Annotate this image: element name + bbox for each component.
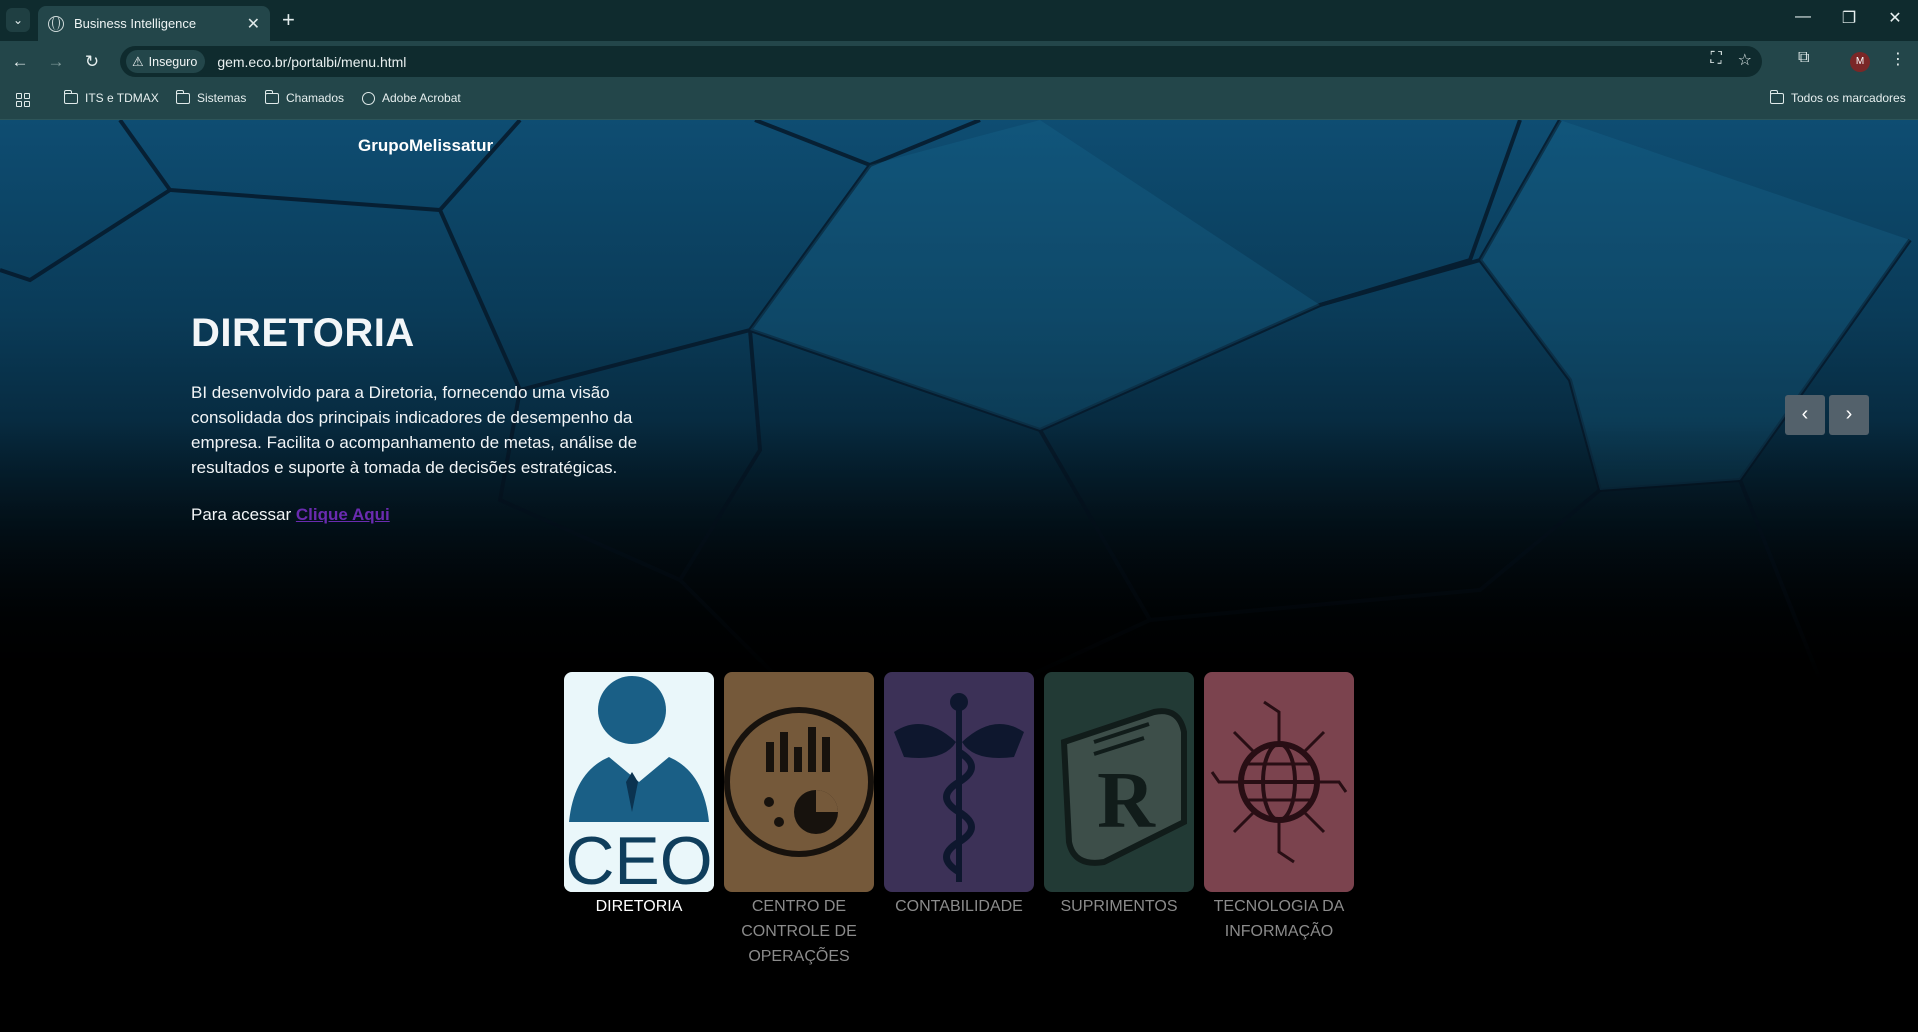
page-content: GrupoMelissatur DIRETORIA BI desenvolvid…	[0, 120, 1918, 1032]
address-bar[interactable]: ⚠ Inseguro gem.eco.br/portalbi/menu.html…	[120, 46, 1762, 77]
card-label: SUPRIMENTOS	[1060, 898, 1178, 915]
globe-icon	[48, 15, 64, 32]
folder-icon	[1769, 89, 1784, 104]
back-icon[interactable]: ←	[8, 50, 32, 74]
bookmark-its-tdmax[interactable]: ITS e TDMAX	[63, 89, 159, 105]
folder-icon	[63, 89, 78, 104]
tab-strip: ⌄ Business Intelligence ✕ + — ❐ ✕	[0, 0, 1918, 41]
ceo-icon: CEO	[564, 672, 714, 892]
card-contabilidade[interactable]: CONTABILIDADE	[884, 672, 1034, 919]
hero-description: BI desenvolvido para a Diretoria, fornec…	[191, 383, 638, 477]
bookmark-label: ITS e TDMAX	[85, 91, 159, 105]
url-text[interactable]: gem.eco.br/portalbi/menu.html	[217, 54, 406, 70]
card-label: DIRETORIA	[595, 898, 683, 915]
bookmark-label: Sistemas	[197, 91, 247, 105]
card-label: CENTRO DE CONTROLE DE OPERAÇÕES	[741, 898, 857, 965]
bookmark-sistemas[interactable]: Sistemas	[175, 89, 247, 105]
tab-search-button[interactable]: ⌄	[6, 8, 30, 32]
forward-icon[interactable]: →	[44, 50, 68, 74]
circuit-globe-icon	[1204, 672, 1354, 892]
hero-title: DIRETORIA	[191, 311, 415, 355]
access-link[interactable]: Clique Aqui	[296, 505, 390, 524]
hero-access-line: Para acessar Clique Aqui	[191, 505, 390, 525]
brand-logo-text[interactable]: GrupoMelissatur	[358, 136, 493, 156]
bookmarks-bar: ITS e TDMAX Sistemas Chamados Adobe Acro…	[0, 81, 1918, 120]
card-diretoria[interactable]: CEO DIRETORIA	[564, 672, 714, 919]
folder-icon	[264, 89, 279, 104]
avatar[interactable]: M	[1850, 52, 1870, 72]
restore-icon[interactable]: ❐	[1826, 8, 1872, 28]
carousel-next-button[interactable]: ›	[1829, 395, 1869, 435]
close-tab-icon[interactable]: ✕	[247, 14, 260, 34]
translate-icon[interactable]: ⛶	[1710, 50, 1721, 70]
bookmark-adobe-acrobat[interactable]: Adobe Acrobat	[362, 91, 461, 105]
bookmark-label: Todos os marcadores	[1791, 91, 1906, 105]
reload-icon[interactable]: ↻	[80, 50, 104, 74]
carousel-prev-button[interactable]: ‹	[1785, 395, 1825, 435]
access-prefix: Para acessar	[191, 505, 292, 524]
browser-tab[interactable]: Business Intelligence ✕	[38, 6, 270, 41]
document-r-icon: R	[1044, 672, 1194, 892]
new-tab-button[interactable]: +	[282, 8, 295, 32]
card-label: TECNOLOGIA DA INFORMAÇÃO	[1213, 898, 1345, 940]
folder-icon	[175, 89, 190, 104]
security-label: Inseguro	[148, 54, 198, 69]
bookmark-label: Adobe Acrobat	[382, 91, 461, 105]
card-suprimentos[interactable]: R SUPRIMENTOS	[1044, 672, 1194, 919]
svg-text:R: R	[1097, 757, 1156, 845]
svg-text:CEO: CEO	[565, 823, 712, 892]
browser-toolbar: ← → ↻ ⚠ Inseguro gem.eco.br/portalbi/men…	[0, 41, 1918, 81]
globe-icon	[362, 91, 375, 105]
warning-icon: ⚠	[132, 53, 144, 69]
bookmark-star-icon[interactable]: ☆	[1738, 50, 1752, 70]
bookmark-label: Chamados	[286, 91, 345, 105]
card-tecnologia[interactable]: TECNOLOGIA DA INFORMAÇÃO	[1204, 672, 1354, 944]
bookmark-chamados[interactable]: Chamados	[264, 89, 345, 105]
menu-kebab-icon[interactable]: ⋮	[1890, 49, 1906, 69]
minimize-icon[interactable]: —	[1780, 8, 1826, 26]
card-label: CONTABILIDADE	[895, 898, 1023, 915]
extensions-icon[interactable]: ⧉	[1798, 49, 1809, 67]
apps-icon[interactable]	[16, 93, 30, 107]
card-centro-controle[interactable]: CENTRO DE CONTROLE DE OPERAÇÕES	[724, 672, 874, 969]
caduceus-icon	[884, 672, 1034, 892]
operations-chart-icon	[724, 672, 874, 892]
close-window-icon[interactable]: ✕	[1872, 8, 1918, 28]
tab-title: Business Intelligence	[74, 16, 197, 31]
hero-banner: GrupoMelissatur DIRETORIA BI desenvolvid…	[0, 120, 1918, 680]
all-bookmarks[interactable]: Todos os marcadores	[1769, 89, 1906, 105]
security-chip[interactable]: ⚠ Inseguro	[126, 50, 206, 73]
